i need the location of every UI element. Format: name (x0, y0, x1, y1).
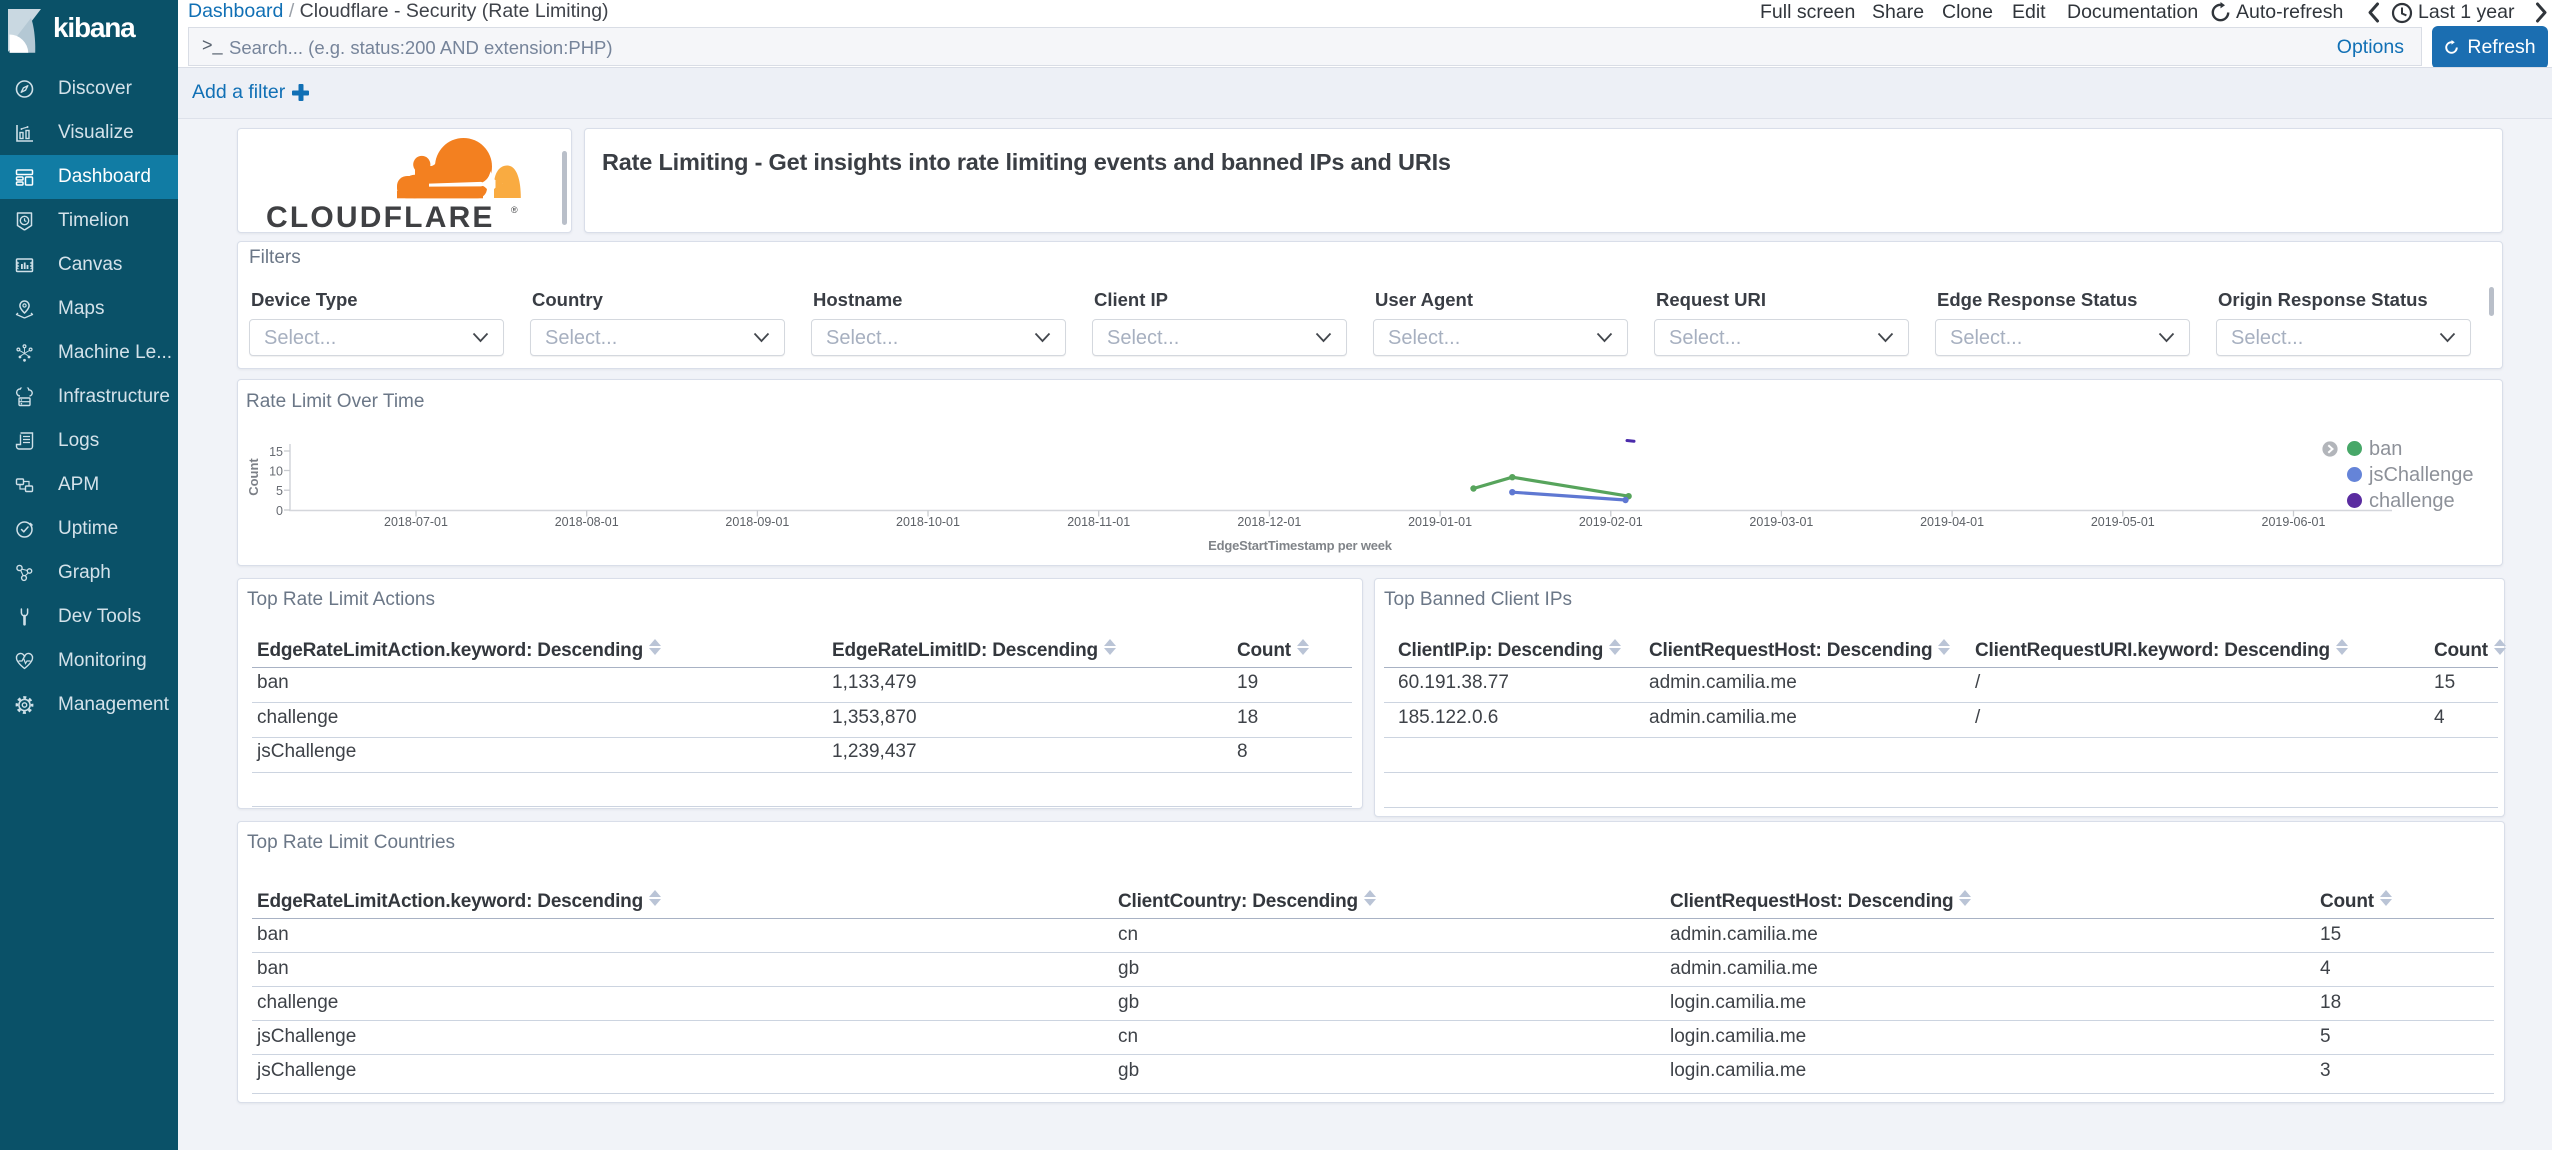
svg-text:2018-07-01: 2018-07-01 (384, 515, 448, 529)
svg-text:2019-01-01: 2019-01-01 (1408, 515, 1472, 529)
svg-text:2019-04-01: 2019-04-01 (1920, 515, 1984, 529)
svg-text:10: 10 (269, 465, 283, 479)
svg-text:2018-12-01: 2018-12-01 (1237, 515, 1301, 529)
svg-text:2018-08-01: 2018-08-01 (555, 515, 619, 529)
svg-text:2019-06-01: 2019-06-01 (2262, 515, 2326, 529)
svg-text:2019-03-01: 2019-03-01 (1749, 515, 1813, 529)
svg-text:15: 15 (269, 445, 283, 459)
svg-text:®: ® (511, 205, 518, 215)
svg-text:5: 5 (276, 484, 283, 498)
svg-text:2018-09-01: 2018-09-01 (725, 515, 789, 529)
svg-text:0: 0 (276, 504, 283, 518)
svg-text:2018-11-01: 2018-11-01 (1067, 515, 1130, 529)
svg-text:2019-02-01: 2019-02-01 (1579, 515, 1643, 529)
svg-text:2018-10-01: 2018-10-01 (896, 515, 960, 529)
svg-text:Count: Count (246, 458, 261, 496)
svg-text:EdgeStartTimestamp per week: EdgeStartTimestamp per week (1208, 538, 1393, 553)
svg-text:2019-05-01: 2019-05-01 (2091, 515, 2155, 529)
svg-text:CLOUDFLARE: CLOUDFLARE (266, 201, 495, 232)
